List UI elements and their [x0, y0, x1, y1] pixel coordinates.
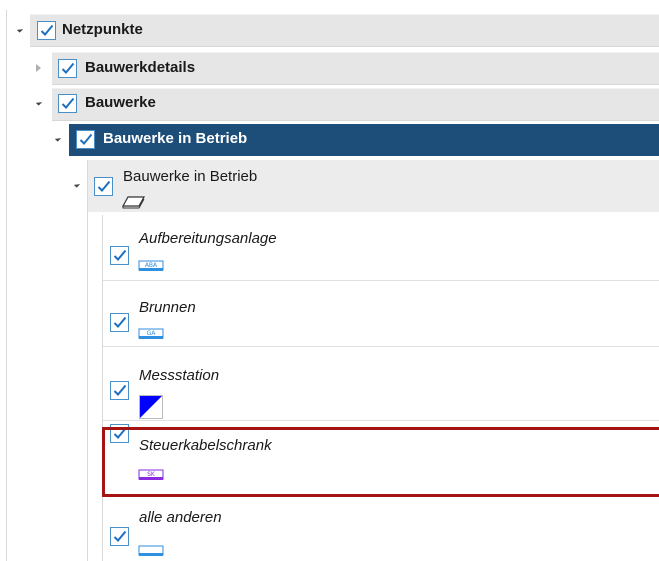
checkmark-icon [40, 24, 54, 36]
checkbox-brunnen[interactable] [110, 313, 129, 332]
checkmark-icon [61, 62, 75, 74]
label-messstation: Messstation [139, 367, 220, 384]
checkbox-bauwerkdetails[interactable] [58, 59, 77, 78]
label-alle-anderen: alle anderen [139, 509, 222, 526]
expand-toggle[interactable] [36, 64, 41, 72]
aba-symbol-text: ABA [145, 262, 158, 269]
ga-symbol-text: GA [147, 330, 157, 337]
expand-toggle[interactable] [16, 26, 24, 33]
expand-toggle[interactable] [73, 181, 81, 188]
checkmark-icon [113, 530, 127, 542]
class-item-messstation[interactable] [103, 349, 659, 421]
label-bauwerkdetails: Bauwerkdetails [85, 59, 196, 76]
label-bauwerke-in-betrieb-layer: Bauwerke in Betrieb [123, 168, 258, 185]
checkbox-bauwerke[interactable] [58, 94, 77, 113]
expand-toggle[interactable] [35, 99, 43, 106]
checkbox-alle-anderen[interactable] [110, 527, 129, 546]
checkmark-icon [79, 133, 93, 145]
checkbox-bauwerke-in-betrieb-group[interactable] [76, 130, 95, 149]
tree-guide-line [6, 10, 7, 561]
label-bauwerke-in-betrieb-group: Bauwerke in Betrieb [103, 130, 248, 147]
checkmark-icon [113, 384, 127, 396]
layer-icon [122, 196, 146, 209]
triangle-symbol-icon [139, 395, 163, 419]
highlight-frame [102, 427, 659, 497]
label-brunnen: Brunnen [139, 299, 196, 316]
ga-symbol-icon: GA [138, 328, 164, 339]
label-netzpunkte: Netzpunkte [62, 21, 143, 38]
checkmark-icon [113, 249, 127, 261]
checkmark-icon [61, 97, 75, 109]
tree-guide-line [87, 160, 88, 561]
checkbox-aufbereitungsanlage[interactable] [110, 246, 129, 265]
class-item-aufbereitungsanlage[interactable] [103, 217, 659, 281]
expand-toggle[interactable] [54, 135, 62, 142]
label-bauwerke: Bauwerke [85, 94, 156, 111]
checkmark-icon [97, 180, 111, 192]
checkbox-netzpunkte[interactable] [37, 21, 56, 40]
label-aufbereitungsanlage: Aufbereitungsanlage [139, 230, 277, 247]
checkbox-bauwerke-in-betrieb-layer[interactable] [94, 177, 113, 196]
checkmark-icon [113, 316, 127, 328]
checkbox-messstation[interactable] [110, 381, 129, 400]
default-symbol-icon [138, 545, 164, 556]
aba-symbol-icon: ABA [138, 260, 164, 271]
